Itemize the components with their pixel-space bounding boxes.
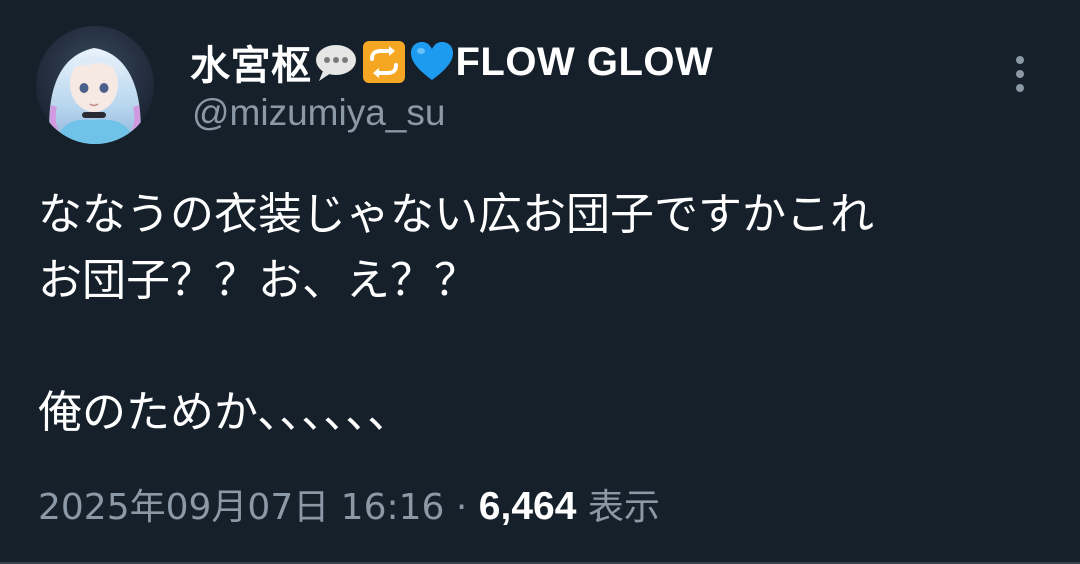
more-vertical-icon[interactable] <box>1004 50 1036 98</box>
display-name-prefix: 水宮枢 <box>190 43 312 89</box>
tweet-meta: 2025年09月07日 16:16 · 6,464 表示 <box>38 478 660 530</box>
tweet-text-line <box>38 314 1048 380</box>
avatar[interactable] <box>36 26 154 144</box>
timestamp[interactable]: 2025年09月07日 16:16 <box>38 487 444 528</box>
author-name-row[interactable]: 水宮枢 FLOW GLOW <box>190 38 714 90</box>
author-handle[interactable]: @mizumiya_su <box>192 92 445 134</box>
blue-heart-icon <box>409 39 455 85</box>
avatar-image <box>36 26 154 144</box>
meta-separator: · <box>455 487 468 528</box>
tweet-text-line: 俺のためか、、、、、、 <box>38 387 412 438</box>
repeat-arrows-icon <box>361 39 407 85</box>
display-name-suffix: FLOW GLOW <box>455 39 714 84</box>
tweet-text-line: お団子？？お、え？？ <box>38 255 478 306</box>
views-label: 表示 <box>587 487 660 528</box>
speech-balloon-icon <box>313 39 359 85</box>
views-count[interactable]: 6,464 <box>479 485 577 528</box>
tweet-card[interactable]: 水宮枢 FLOW GLOW @mizumiya_su ななうの衣装じゃない広お団… <box>0 0 1080 564</box>
tweet-text-line: ななうの衣装じゃない広お団子ですかこれ <box>38 189 874 240</box>
tweet-text: ななうの衣装じゃない広お団子ですかこれ お団子？？お、え？？ 俺のためか、、、、… <box>38 182 1048 446</box>
